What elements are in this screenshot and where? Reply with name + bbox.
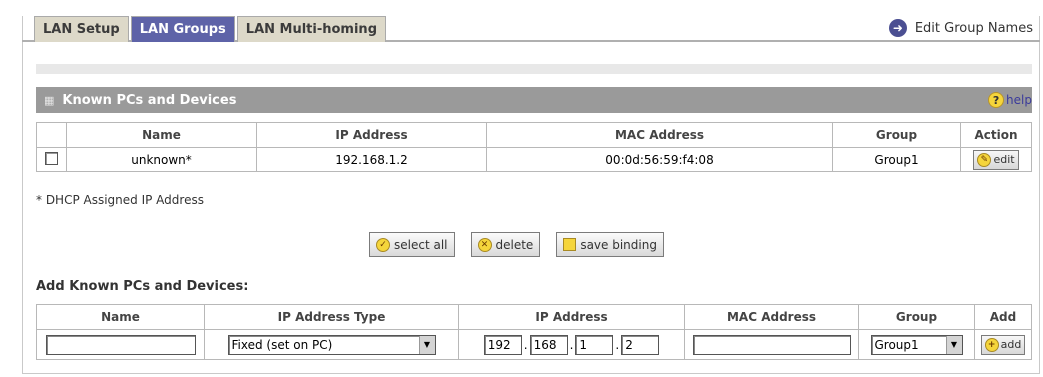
add-ip-type-cell: Fixed (set on PC) ▼ (204, 329, 459, 360)
edit-button[interactable]: ✎ edit (973, 149, 1019, 170)
ip-address-input-group: . . . (483, 334, 660, 355)
ip-type-value: Fixed (set on PC) (231, 337, 333, 352)
known-devices-title: Known PCs and Devices (62, 92, 237, 108)
row-checkbox[interactable] (45, 151, 58, 165)
tab-lan-multi-homing[interactable]: LAN Multi-homing (236, 16, 386, 42)
add-label: add (1000, 338, 1022, 351)
chevron-down-icon: ▼ (945, 335, 962, 354)
tab-bar: LAN Setup LAN Groups LAN Multi-homing (34, 16, 386, 42)
add-mac-cell (684, 329, 859, 360)
add-header-ip-type: IP Address Type (204, 304, 459, 330)
add-header-add: Add (974, 304, 1032, 330)
ip-octet-3-input[interactable] (575, 334, 614, 355)
cell-ip: 192.168.1.2 (256, 147, 487, 172)
save-binding-button[interactable]: save binding (556, 232, 664, 257)
chevron-down-icon: ▼ (418, 335, 435, 354)
edit-label: edit (993, 153, 1015, 166)
help-icon: ? (988, 92, 1005, 108)
cell-name: unknown* (66, 147, 257, 172)
header-checkbox-col (36, 122, 67, 148)
known-devices-header: ▦ Known PCs and Devices ? help (36, 87, 1032, 113)
ip-octet-2-input[interactable] (529, 334, 568, 355)
add-group-cell: Group1 ▼ (858, 329, 975, 360)
add-header-mac: MAC Address (684, 304, 859, 330)
save-binding-label: save binding (580, 237, 657, 252)
name-input[interactable] (45, 334, 196, 355)
header-ip: IP Address (256, 122, 487, 148)
edit-group-names-link[interactable]: ➜ Edit Group Names (888, 19, 1033, 37)
save-icon (563, 238, 577, 251)
action-buttons: ✓ select all ✕ delete save binding (369, 232, 664, 257)
spacer-strip (36, 64, 1032, 74)
cell-action: ✎ edit (960, 147, 1032, 172)
header-mac: MAC Address (486, 122, 833, 148)
add-header-name: Name (36, 304, 205, 330)
ip-octet-4-input[interactable] (621, 334, 660, 355)
help-link[interactable]: ? help (988, 92, 1032, 108)
group-select[interactable]: Group1 ▼ (870, 334, 963, 355)
pencil-icon: ✎ (977, 152, 992, 167)
checkmark-icon: ✓ (376, 237, 390, 252)
dhcp-note: * DHCP Assigned IP Address (36, 193, 204, 207)
header-action: Action (960, 122, 1032, 148)
table-header-row: Name IP Address MAC Address Group Action (36, 122, 1032, 148)
plus-icon: + (984, 337, 999, 352)
add-devices-table: Name IP Address Type IP Address MAC Addr… (36, 304, 1032, 360)
ip-separator: . (615, 337, 620, 352)
select-all-button[interactable]: ✓ select all (369, 232, 455, 257)
tab-lan-setup[interactable]: LAN Setup (34, 16, 129, 42)
add-input-row: Fixed (set on PC) ▼ . . . Group1 ▼ (36, 329, 1032, 360)
known-devices-table: Name IP Address MAC Address Group Action… (36, 122, 1032, 172)
delete-label: delete (495, 237, 534, 252)
add-button-cell: + add (974, 329, 1032, 360)
ip-separator: . (523, 337, 528, 352)
add-header-group: Group (858, 304, 975, 330)
ip-octet-1-input[interactable] (483, 334, 522, 355)
header-group: Group (832, 122, 961, 148)
cell-group: Group1 (832, 147, 961, 172)
cell-mac: 00:0d:56:59:f4:08 (486, 147, 833, 172)
edit-group-names-label: Edit Group Names (914, 20, 1033, 36)
help-label: help (1006, 93, 1032, 107)
ip-type-select[interactable]: Fixed (set on PC) ▼ (227, 334, 436, 355)
arrow-right-icon: ➜ (888, 19, 907, 37)
group-value: Group1 (874, 337, 919, 352)
x-icon: ✕ (477, 237, 492, 252)
grid-icon: ▦ (44, 93, 55, 107)
add-devices-title: Add Known PCs and Devices: (36, 279, 249, 294)
tab-lan-groups[interactable]: LAN Groups (130, 16, 235, 42)
add-header-row: Name IP Address Type IP Address MAC Addr… (36, 304, 1032, 330)
add-ip-cell: . . . (458, 329, 685, 360)
delete-button[interactable]: ✕ delete (470, 232, 541, 257)
select-all-label: select all (394, 237, 448, 252)
row-checkbox-cell (36, 147, 67, 172)
header-name: Name (66, 122, 257, 148)
table-row: unknown* 192.168.1.2 00:0d:56:59:f4:08 G… (36, 147, 1032, 172)
mac-address-input[interactable] (692, 334, 851, 355)
ip-separator: . (569, 337, 574, 352)
add-header-ip: IP Address (458, 304, 685, 330)
add-name-cell (36, 329, 205, 360)
add-button[interactable]: + add (980, 334, 1026, 355)
